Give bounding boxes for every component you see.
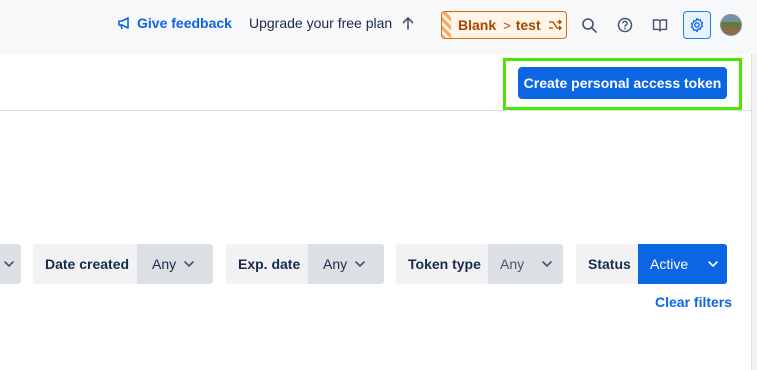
filter-label: Date created	[33, 244, 137, 284]
filter-dropdown[interactable]: Active	[638, 244, 727, 284]
chevron-down-icon	[355, 261, 365, 268]
filter-label: Exp. date	[226, 244, 308, 284]
chevron-down-icon	[542, 261, 552, 268]
switch-icon	[548, 19, 562, 31]
filter-value: Any	[500, 256, 525, 272]
filter-label: Status	[576, 244, 638, 284]
book-icon	[652, 19, 668, 32]
user-avatar[interactable]	[720, 14, 742, 36]
gear-icon	[690, 17, 704, 33]
filter-token-type[interactable]: Token type Any	[396, 244, 563, 284]
filter-status[interactable]: Status Active	[576, 244, 727, 284]
search-icon	[582, 18, 597, 33]
vertical-scrollbar[interactable]	[751, 54, 757, 370]
upgrade-plan-label: Upgrade your free plan	[249, 15, 393, 31]
header-divider	[0, 110, 751, 111]
help-icon	[617, 17, 633, 33]
create-token-button[interactable]: Create personal access token	[518, 67, 727, 99]
chevron-down-icon	[4, 261, 14, 268]
megaphone-icon	[118, 17, 129, 30]
crumb-space: Blank	[458, 17, 497, 33]
crumb-page: test	[515, 17, 541, 33]
chevron-down-icon	[708, 261, 718, 268]
filter-value: Active	[650, 256, 689, 272]
give-feedback-label: Give feedback	[137, 15, 232, 31]
settings-button[interactable]	[683, 11, 711, 39]
filter-label: Token type	[396, 244, 488, 284]
filter-value: Any	[323, 256, 348, 272]
filter-previous[interactable]	[0, 244, 21, 284]
documentation-button[interactable]	[648, 13, 672, 37]
upgrade-plan-link[interactable]: Upgrade your free plan	[249, 15, 415, 31]
chevron-down-icon	[184, 261, 194, 268]
filter-dropdown[interactable]: Any	[308, 244, 384, 284]
filter-value: Any	[152, 256, 177, 272]
filter-dropdown[interactable]: Any	[488, 244, 563, 284]
filter-dropdown[interactable]: Any	[137, 244, 213, 284]
filter-exp-date[interactable]: Exp. date Any	[226, 244, 384, 284]
give-feedback-link[interactable]: Give feedback	[117, 15, 232, 31]
space-breadcrumb[interactable]: Blank > test	[441, 11, 567, 39]
filter-previous-value[interactable]	[0, 244, 21, 284]
filter-date-created[interactable]: Date created Any	[33, 244, 213, 284]
sandbox-stripes	[442, 12, 451, 38]
help-button[interactable]	[613, 13, 637, 37]
clear-filters-link[interactable]: Clear filters	[655, 294, 732, 310]
arrow-up-icon	[402, 16, 414, 30]
search-button[interactable]	[577, 13, 601, 37]
top-navigation: Give feedback Upgrade your free plan Bla…	[0, 0, 757, 54]
chevron-right-icon: >	[503, 17, 511, 33]
